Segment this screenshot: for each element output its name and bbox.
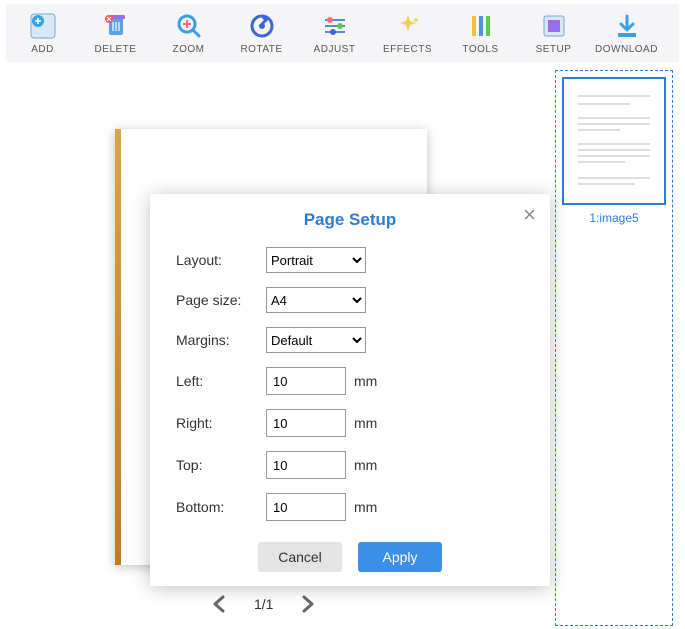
- tools-button[interactable]: TOOLS: [444, 4, 517, 62]
- delete-icon: [102, 12, 130, 40]
- rotate-button[interactable]: ROTATE: [225, 4, 298, 62]
- pagesize-row: Page size: A4: [150, 280, 550, 320]
- download-label: DOWNLOAD: [595, 44, 658, 55]
- close-button[interactable]: ×: [523, 204, 536, 226]
- top-label: Top:: [176, 457, 266, 473]
- effects-button[interactable]: EFFECTS: [371, 4, 444, 62]
- setup-button[interactable]: SETUP: [517, 4, 590, 62]
- main-area: (पीछे) 1/1 1:image5 × Page Setup Lay: [0, 66, 685, 629]
- thumbnail-panel: 1:image5: [555, 70, 673, 626]
- rotate-label: ROTATE: [240, 44, 282, 55]
- dialog-title: Page Setup: [150, 194, 550, 240]
- margins-label: Margins:: [176, 332, 266, 348]
- add-button[interactable]: ADD: [6, 4, 79, 62]
- margins-row: Margins: Default: [150, 320, 550, 360]
- adjust-icon: [321, 12, 349, 40]
- setup-label: SETUP: [536, 44, 572, 55]
- top-unit: mm: [354, 457, 377, 473]
- pager: 1/1: [210, 594, 317, 614]
- layout-row: Layout: Portrait: [150, 240, 550, 280]
- zoom-label: ZOOM: [173, 44, 205, 55]
- effects-icon: [394, 12, 422, 40]
- pagesize-label: Page size:: [176, 292, 266, 308]
- thumbnail-1[interactable]: [562, 77, 666, 205]
- adjust-label: ADJUST: [314, 44, 356, 55]
- left-unit: mm: [354, 373, 377, 389]
- apply-button[interactable]: Apply: [358, 542, 442, 572]
- tools-label: TOOLS: [462, 44, 498, 55]
- top-row: Top: mm: [150, 444, 550, 486]
- left-input[interactable]: [266, 367, 346, 395]
- right-row: Right: mm: [150, 402, 550, 444]
- thumbnail-caption: 1:image5: [556, 211, 672, 225]
- add-icon: [29, 12, 57, 40]
- prev-page-button[interactable]: [210, 594, 230, 614]
- zoom-button[interactable]: ZOOM: [152, 4, 225, 62]
- cancel-button[interactable]: Cancel: [258, 542, 342, 572]
- zoom-icon: [175, 12, 203, 40]
- top-input[interactable]: [266, 451, 346, 479]
- adjust-button[interactable]: ADJUST: [298, 4, 371, 62]
- delete-button[interactable]: DELETE: [79, 4, 152, 62]
- bottom-unit: mm: [354, 499, 377, 515]
- thumbnail-image: [568, 83, 660, 199]
- download-icon: [613, 12, 641, 40]
- delete-label: DELETE: [95, 44, 137, 55]
- dialog-buttons: Cancel Apply: [150, 542, 550, 572]
- setup-icon: [540, 12, 568, 40]
- toolbar: ADD DELETE ZOOM ROTATE ADJUST EFFECTS: [6, 4, 679, 62]
- right-label: Right:: [176, 415, 266, 431]
- right-input[interactable]: [266, 409, 346, 437]
- bottom-row: Bottom: mm: [150, 486, 550, 528]
- right-unit: mm: [354, 415, 377, 431]
- download-button[interactable]: DOWNLOAD: [590, 4, 663, 62]
- layout-label: Layout:: [176, 252, 266, 268]
- pagesize-select[interactable]: A4: [266, 287, 366, 313]
- page-setup-dialog: × Page Setup Layout: Portrait Page size:…: [150, 194, 550, 586]
- add-label: ADD: [31, 44, 54, 55]
- effects-label: EFFECTS: [383, 44, 432, 55]
- layout-select[interactable]: Portrait: [266, 247, 366, 273]
- next-page-button[interactable]: [297, 594, 317, 614]
- bottom-label: Bottom:: [176, 499, 266, 515]
- page-count: 1/1: [248, 596, 279, 612]
- bottom-input[interactable]: [266, 493, 346, 521]
- margins-select[interactable]: Default: [266, 327, 366, 353]
- tools-icon: [467, 12, 495, 40]
- left-row: Left: mm: [150, 360, 550, 402]
- left-label: Left:: [176, 373, 266, 389]
- rotate-icon: [248, 12, 276, 40]
